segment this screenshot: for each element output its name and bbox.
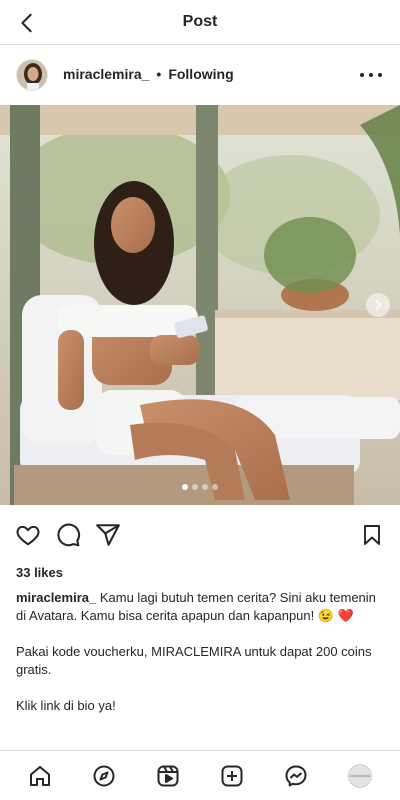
comment-button[interactable] <box>54 521 82 549</box>
carousel-dot <box>182 484 188 490</box>
post-actions <box>0 515 400 555</box>
nav-reels[interactable] <box>155 763 181 789</box>
bottom-navigation: CRONIGMODA <box>0 750 400 800</box>
nav-home[interactable] <box>27 763 53 789</box>
like-button[interactable] <box>14 521 42 549</box>
top-bar: Post <box>0 0 400 45</box>
separator-dot: • <box>156 66 162 82</box>
home-icon <box>30 766 50 786</box>
nav-explore[interactable] <box>91 763 117 789</box>
messenger-icon <box>285 765 307 787</box>
post-photo <box>0 105 400 505</box>
reels-icon <box>157 765 179 787</box>
profile-avatar-text: CRONIGMODA <box>349 774 371 778</box>
nav-profile-avatar[interactable]: CRONIGMODA <box>348 764 372 788</box>
avatar[interactable] <box>16 59 48 91</box>
post-header: miraclemira_ • Following <box>0 45 400 105</box>
heart-icon <box>16 525 40 546</box>
send-icon <box>96 524 120 546</box>
following-button[interactable]: Following <box>168 66 233 82</box>
nav-messenger[interactable] <box>283 763 309 789</box>
save-button[interactable] <box>358 521 386 549</box>
bookmark-icon <box>364 525 380 545</box>
username-row: miraclemira_ • Following <box>63 66 234 82</box>
more-options-button[interactable] <box>360 67 382 83</box>
likes-count[interactable]: 33 likes <box>16 565 63 580</box>
carousel-indicator <box>0 484 400 490</box>
carousel-dot <box>212 484 218 490</box>
post-username[interactable]: miraclemira_ <box>63 66 149 82</box>
caption-cta-text: Klik link di bio ya! <box>16 698 116 713</box>
page-title: Post <box>182 13 218 30</box>
carousel-next-button[interactable] <box>366 293 390 317</box>
caption-username[interactable]: miraclemira_ <box>16 590 96 605</box>
carousel-dot <box>202 484 208 490</box>
explore-icon <box>93 765 115 787</box>
post-caption: miraclemira_ Kamu lagi butuh temen cerit… <box>16 589 386 733</box>
create-icon <box>221 765 243 787</box>
chevron-right-icon <box>375 300 382 310</box>
more-horizontal-icon <box>360 73 364 77</box>
share-button[interactable] <box>94 521 122 549</box>
carousel-dot <box>192 484 198 490</box>
nav-create[interactable] <box>219 763 245 789</box>
caption-voucher-text: Pakai kode voucherku, MIRACLEMIRA untuk … <box>16 644 372 677</box>
comment-icon <box>57 523 81 547</box>
post-image[interactable] <box>0 105 400 505</box>
